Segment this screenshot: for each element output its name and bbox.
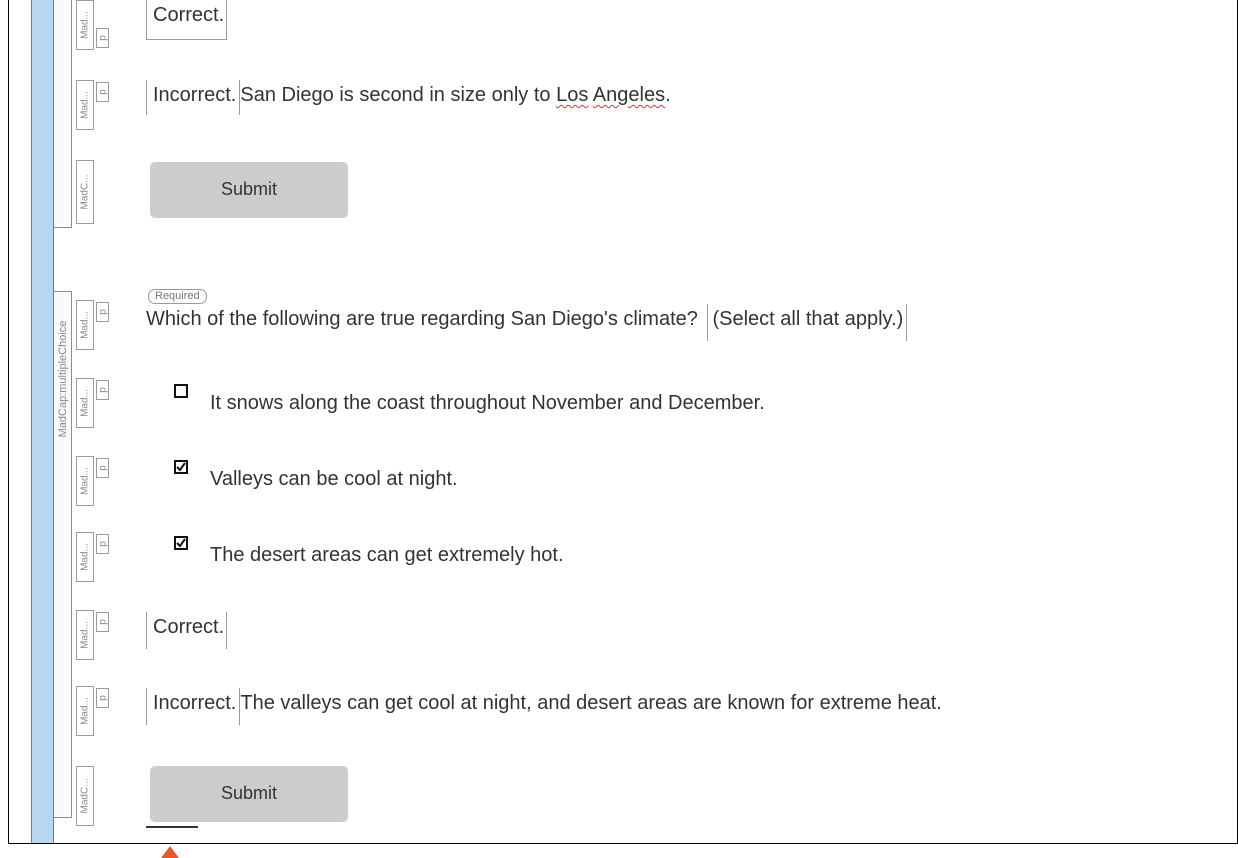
structure-tag[interactable]: Mad... — [76, 378, 94, 428]
question-text: Which of the following are true regardin… — [146, 308, 698, 330]
incorrect-feedback[interactable]: Incorrect. San Diego is second in size on… — [146, 80, 671, 115]
correct-feedback-text: Correct. — [146, 612, 228, 649]
correct-feedback[interactable]: Correct. — [146, 0, 228, 40]
editor-frame: MadCap:multipleChoice Mad... p Mad... p … — [8, 0, 1238, 844]
option-label: It snows along the coast throughout Nove… — [210, 392, 765, 414]
checkbox-unchecked[interactable] — [174, 384, 188, 398]
incorrect-explanation: San Diego is second in size only to Los … — [240, 84, 671, 106]
required-badge: Required — [148, 289, 207, 304]
option-label: Valleys can be cool at night. — [210, 468, 458, 490]
p-tag[interactable]: p — [96, 534, 109, 554]
p-tag[interactable]: p — [96, 302, 109, 322]
checkbox-checked[interactable] — [174, 460, 188, 474]
structure-tag[interactable]: Mad... — [76, 610, 94, 660]
incorrect-label: Incorrect. — [146, 80, 241, 115]
structure-tag[interactable]: MadC... — [76, 766, 94, 826]
checkbox-checked[interactable] — [174, 536, 188, 550]
p-tag[interactable]: p — [96, 380, 109, 400]
incorrect-feedback[interactable]: Incorrect. The valleys can get cool at ni… — [146, 688, 942, 725]
option-label: The desert areas can get extremely hot. — [210, 544, 564, 566]
p-tag[interactable]: p — [96, 688, 109, 708]
structure-tag[interactable]: Mad... — [76, 686, 94, 736]
incorrect-label: Incorrect. — [146, 688, 241, 725]
p-tag[interactable]: p — [96, 82, 109, 102]
warning-icon[interactable] — [161, 846, 179, 858]
structure-tag[interactable]: Mad... — [76, 0, 94, 50]
cursor-line — [146, 826, 198, 828]
structure-tag[interactable]: Mad... — [76, 80, 94, 130]
structure-bar[interactable] — [31, 0, 54, 843]
structure-tag[interactable]: Mad... — [76, 300, 94, 350]
submit-button[interactable]: Submit — [150, 766, 348, 822]
incorrect-explanation: The valleys can get cool at night, and d… — [240, 692, 942, 714]
structure-bracket-top[interactable] — [54, 0, 72, 228]
multiple-choice-structure-label: MadCap:multipleChoice — [57, 320, 69, 438]
correct-feedback-text: Correct. — [146, 0, 228, 40]
structure-tag[interactable]: Mad... — [76, 456, 94, 506]
structure-tag[interactable]: MadC... — [76, 160, 94, 224]
question-instruction: (Select all that apply.) — [707, 304, 908, 341]
question-row[interactable]: Which of the following are true regardin… — [146, 304, 908, 341]
structure-tag[interactable]: Mad... — [76, 532, 94, 582]
submit-button[interactable]: Submit — [150, 162, 348, 218]
checkmark-icon — [176, 538, 186, 548]
checkmark-icon — [176, 462, 186, 472]
p-tag[interactable]: p — [96, 458, 109, 478]
p-tag[interactable]: p — [96, 28, 109, 48]
correct-feedback[interactable]: Correct. — [146, 612, 228, 649]
p-tag[interactable]: p — [96, 612, 109, 632]
